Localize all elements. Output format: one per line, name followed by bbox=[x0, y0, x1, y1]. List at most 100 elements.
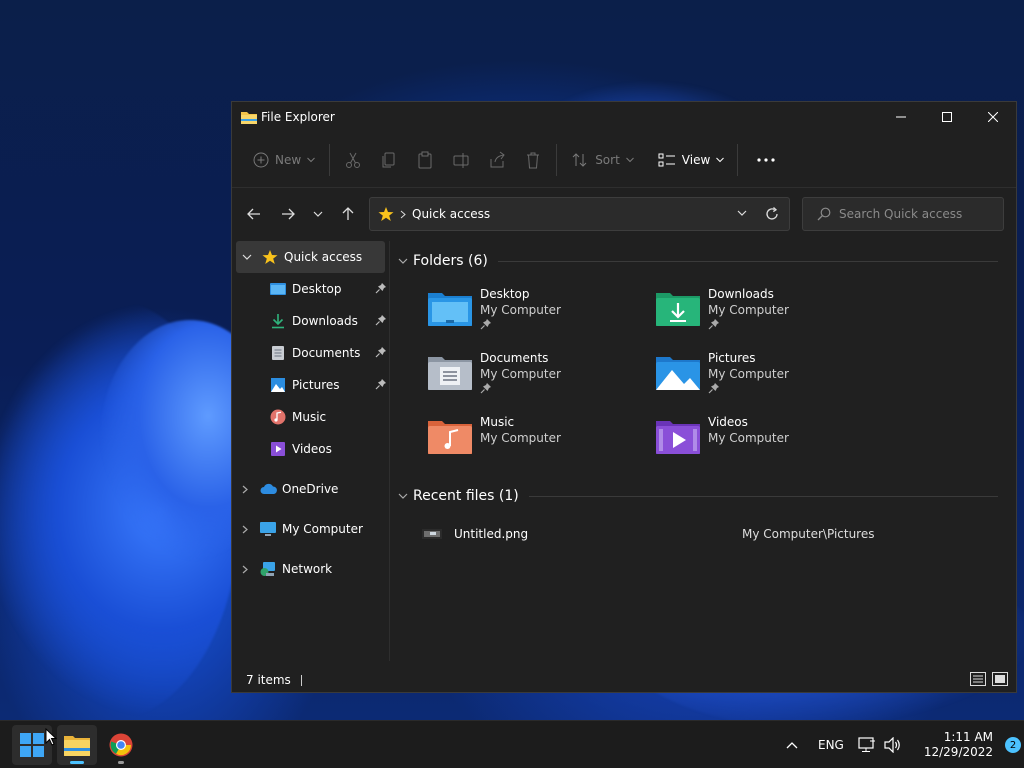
folder-tile-pictures[interactable]: Pictures My Computer bbox=[656, 350, 876, 410]
close-button[interactable] bbox=[970, 102, 1016, 132]
document-icon bbox=[272, 346, 284, 360]
folders-section-header[interactable]: Folders (6) bbox=[398, 249, 1008, 273]
new-button[interactable]: New bbox=[244, 144, 324, 176]
chevron-right-icon bbox=[242, 525, 248, 533]
pin-icon bbox=[375, 314, 387, 329]
clipboard-icon bbox=[418, 151, 432, 168]
recent-files-section-header[interactable]: Recent files (1) bbox=[398, 484, 1008, 508]
view-button[interactable]: View bbox=[649, 144, 733, 176]
sidebar-item-network[interactable]: Network bbox=[232, 553, 389, 585]
sidebar-item-label: Documents bbox=[292, 346, 361, 360]
maximize-button[interactable] bbox=[924, 102, 970, 132]
chevron-right-icon bbox=[242, 485, 248, 493]
sidebar-item-label: Network bbox=[282, 562, 333, 576]
paste-button[interactable] bbox=[407, 144, 443, 176]
recent-locations-button[interactable] bbox=[302, 198, 334, 230]
folder-icon bbox=[64, 736, 90, 756]
sidebar-item-desktop[interactable]: Desktop bbox=[232, 273, 389, 305]
forward-button[interactable] bbox=[272, 198, 304, 230]
more-options-button[interactable] bbox=[743, 144, 789, 176]
sidebar-item-music[interactable]: Music bbox=[232, 401, 389, 433]
taskbar-file-explorer[interactable] bbox=[57, 725, 97, 765]
chevron-right-icon bbox=[400, 210, 406, 219]
address-crumb[interactable]: Quick access bbox=[412, 207, 490, 221]
copy-icon bbox=[382, 152, 395, 167]
taskbar: ENG 1:11 AM 12/29/2022 2 bbox=[0, 720, 1024, 768]
folders-heading: Folders (6) bbox=[413, 253, 488, 269]
folder-name: Music bbox=[480, 415, 515, 429]
arrow-left-icon bbox=[247, 208, 260, 220]
item-count: 7 items bbox=[246, 673, 291, 687]
search-input[interactable] bbox=[839, 207, 989, 221]
section-divider bbox=[528, 495, 998, 497]
copy-button[interactable] bbox=[371, 144, 407, 176]
sidebar-item-my-computer[interactable]: My Computer bbox=[232, 513, 389, 545]
search-box[interactable] bbox=[802, 197, 1004, 231]
sidebar-item-label: My Computer bbox=[282, 522, 363, 536]
folder-name: Pictures bbox=[708, 351, 756, 365]
chevron-right-icon bbox=[242, 565, 248, 573]
address-history-button[interactable] bbox=[737, 210, 747, 216]
volume-icon[interactable] bbox=[884, 737, 902, 753]
image-file-icon bbox=[422, 528, 442, 540]
music-icon bbox=[270, 409, 286, 425]
details-view-button[interactable] bbox=[970, 672, 986, 686]
delete-button[interactable] bbox=[515, 144, 551, 176]
address-bar[interactable]: Quick access bbox=[369, 197, 790, 231]
music-folder-icon bbox=[428, 418, 472, 454]
title-bar[interactable]: File Explorer bbox=[232, 102, 1016, 132]
desktop-folder-icon bbox=[428, 290, 472, 326]
chevron-down-icon bbox=[716, 157, 725, 162]
sidebar-item-documents[interactable]: Documents bbox=[232, 337, 389, 369]
taskbar-chrome[interactable] bbox=[101, 725, 141, 765]
refresh-icon bbox=[766, 207, 778, 220]
command-bar: New Sort View bbox=[232, 132, 1016, 188]
chevron-up-icon bbox=[786, 742, 798, 749]
view-list-icon bbox=[658, 153, 675, 166]
folder-location: My Computer bbox=[480, 367, 561, 381]
refresh-button[interactable] bbox=[765, 207, 779, 221]
folder-tile-videos[interactable]: Videos My Computer bbox=[656, 414, 876, 474]
clock[interactable]: 1:11 AM 12/29/2022 bbox=[924, 730, 993, 760]
sort-button[interactable]: Sort bbox=[562, 144, 643, 176]
sidebar-item-quick-access[interactable]: Quick access bbox=[236, 241, 385, 273]
pin-icon bbox=[480, 382, 561, 398]
network-icon bbox=[260, 561, 275, 576]
section-divider bbox=[497, 260, 998, 262]
chevron-down-icon bbox=[398, 493, 408, 499]
folder-tile-desktop[interactable]: Desktop My Computer bbox=[428, 286, 648, 346]
minimize-button[interactable] bbox=[878, 102, 924, 132]
sidebar-item-onedrive[interactable]: OneDrive bbox=[232, 473, 389, 505]
rename-button[interactable] bbox=[443, 144, 479, 176]
tiles-view-icon bbox=[992, 672, 1008, 686]
sort-icon bbox=[572, 152, 587, 167]
network-status-icon[interactable] bbox=[858, 737, 876, 753]
chevron-down-icon bbox=[625, 157, 634, 162]
sort-label: Sort bbox=[595, 152, 620, 167]
recent-heading: Recent files (1) bbox=[413, 488, 519, 504]
folder-location: My Computer bbox=[708, 303, 789, 317]
notification-badge[interactable]: 2 bbox=[1005, 737, 1022, 753]
windows-logo-icon bbox=[20, 733, 44, 757]
sidebar-item-pictures[interactable]: Pictures bbox=[232, 369, 389, 401]
pin-icon bbox=[480, 318, 561, 334]
folder-tile-documents[interactable]: Documents My Computer bbox=[428, 350, 648, 410]
sidebar-item-downloads[interactable]: Downloads bbox=[232, 305, 389, 337]
pin-icon bbox=[375, 346, 387, 361]
cut-button[interactable] bbox=[335, 144, 371, 176]
trash-icon bbox=[527, 152, 540, 168]
share-button[interactable] bbox=[479, 144, 515, 176]
folder-tile-music[interactable]: Music My Computer bbox=[428, 414, 648, 474]
sidebar-item-label: Pictures bbox=[292, 378, 340, 392]
monitor-icon bbox=[260, 521, 276, 536]
mouse-cursor bbox=[45, 727, 58, 749]
back-button[interactable] bbox=[238, 198, 270, 230]
recent-file-row[interactable]: Untitled.png My Computer\Pictures bbox=[422, 522, 1002, 546]
folder-tile-downloads[interactable]: Downloads My Computer bbox=[656, 286, 876, 346]
tiles-view-button[interactable] bbox=[992, 672, 1008, 686]
up-button[interactable] bbox=[332, 198, 364, 230]
input-language[interactable]: ENG bbox=[818, 738, 844, 752]
sidebar-item-videos[interactable]: Videos bbox=[232, 433, 389, 465]
folder-location: My Computer bbox=[480, 431, 561, 445]
show-hidden-icons-button[interactable] bbox=[786, 741, 798, 749]
